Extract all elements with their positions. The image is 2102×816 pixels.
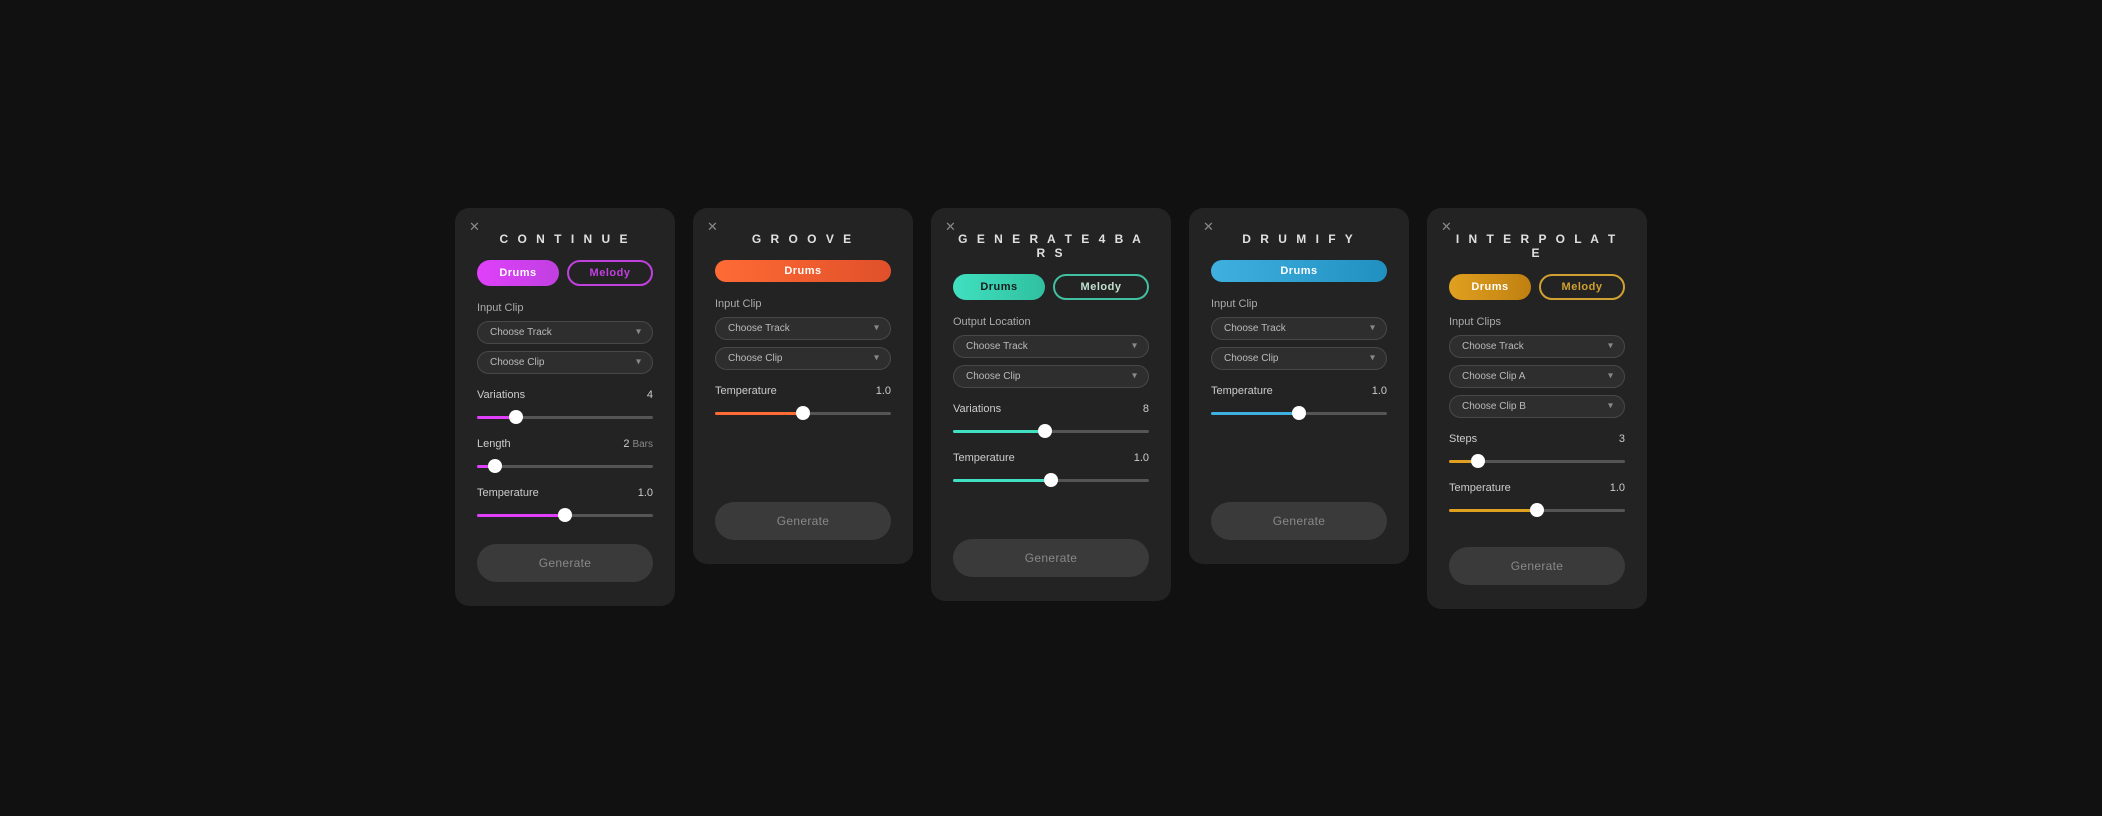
temperature-slider-row: Temperature 1.0 — [953, 452, 1149, 487]
steps-slider-row: Steps 3 — [1449, 433, 1625, 468]
panel-title: I N T E R P O L A T E — [1449, 232, 1625, 260]
temperature-value: 1.0 — [1372, 385, 1387, 397]
track-select[interactable]: Choose Track — [1211, 317, 1387, 340]
tab-drums[interactable]: Drums — [1211, 260, 1387, 282]
close-icon[interactable]: ✕ — [945, 220, 956, 233]
panel-continue: ✕ C O N T I N U E Drums Melody Input Cli… — [455, 208, 675, 606]
length-slider[interactable] — [477, 465, 653, 468]
temperature-slider[interactable] — [953, 479, 1149, 482]
close-icon[interactable]: ✕ — [1203, 220, 1214, 233]
steps-value: 3 — [1619, 433, 1625, 445]
length-value: 2Bars — [623, 438, 653, 450]
clip-dropdown-wrapper: Choose Clip — [953, 365, 1149, 388]
panel-title: D R U M I F Y — [1211, 232, 1387, 246]
clipB-dropdown-wrapper: Choose Clip B — [1449, 395, 1625, 418]
close-icon[interactable]: ✕ — [1441, 220, 1452, 233]
generate-button[interactable]: Generate — [1449, 547, 1625, 585]
steps-label: Steps — [1449, 433, 1477, 445]
panel-title: C O N T I N U E — [477, 232, 653, 246]
tab-group: Drums Melody — [1449, 274, 1625, 300]
panels-container: ✕ C O N T I N U E Drums Melody Input Cli… — [455, 208, 1647, 609]
generate-button[interactable]: Generate — [477, 544, 653, 582]
track-select[interactable]: Choose Track — [953, 335, 1149, 358]
tab-drums[interactable]: Drums — [953, 274, 1045, 300]
tab-melody[interactable]: Melody — [1053, 274, 1149, 300]
clip-select[interactable]: Choose Clip — [477, 351, 653, 374]
input-clips-label: Input Clips — [1449, 316, 1625, 328]
temperature-value: 1.0 — [638, 487, 653, 499]
generate-button[interactable]: Generate — [715, 502, 891, 540]
output-location-label: Output Location — [953, 316, 1149, 328]
clip-dropdown-wrapper: Choose Clip — [715, 347, 891, 370]
panel-title: G R O O V E — [715, 232, 891, 246]
variations-slider-row: Variations 4 — [477, 389, 653, 424]
steps-slider[interactable] — [1449, 460, 1625, 463]
panel-interpolate: ✕ I N T E R P O L A T E Drums Melody Inp… — [1427, 208, 1647, 609]
tab-group: Drums Melody — [477, 260, 653, 286]
generate-button[interactable]: Generate — [1211, 502, 1387, 540]
length-slider-row: Length 2Bars — [477, 438, 653, 473]
panel-groove: ✕ G R O O V E Drums Input Clip Choose Tr… — [693, 208, 913, 564]
temperature-value: 1.0 — [1134, 452, 1149, 464]
temperature-slider-row: Temperature 1.0 — [715, 385, 891, 420]
temperature-label: Temperature — [1449, 482, 1511, 494]
tab-group: Drums Melody — [953, 274, 1149, 300]
variations-label: Variations — [477, 389, 525, 401]
temperature-value: 1.0 — [876, 385, 891, 397]
panel-title: G E N E R A T E 4 B A R S — [953, 232, 1149, 260]
track-dropdown-wrapper: Choose Track — [477, 321, 653, 344]
length-label: Length — [477, 438, 511, 450]
tab-group: Drums — [1211, 260, 1387, 282]
temperature-value: 1.0 — [1610, 482, 1625, 494]
temperature-slider-row: Temperature 1.0 — [1211, 385, 1387, 420]
variations-slider-row: Variations 8 — [953, 403, 1149, 438]
tab-drums[interactable]: Drums — [715, 260, 891, 282]
temperature-label: Temperature — [715, 385, 777, 397]
temperature-label: Temperature — [953, 452, 1015, 464]
variations-value: 4 — [647, 389, 653, 401]
variations-slider[interactable] — [477, 416, 653, 419]
clip-select[interactable]: Choose Clip — [1211, 347, 1387, 370]
variations-slider[interactable] — [953, 430, 1149, 433]
track-dropdown-wrapper: Choose Track — [1211, 317, 1387, 340]
tab-melody[interactable]: Melody — [567, 260, 653, 286]
temperature-slider[interactable] — [715, 412, 891, 415]
track-dropdown-wrapper: Choose Track — [1449, 335, 1625, 358]
panel-generate4bars: ✕ G E N E R A T E 4 B A R S Drums Melody… — [931, 208, 1171, 601]
temperature-slider[interactable] — [477, 514, 653, 517]
tab-drums[interactable]: Drums — [477, 260, 559, 286]
clipA-dropdown-wrapper: Choose Clip A — [1449, 365, 1625, 388]
tab-melody[interactable]: Melody — [1539, 274, 1625, 300]
track-select[interactable]: Choose Track — [1449, 335, 1625, 358]
track-select[interactable]: Choose Track — [715, 317, 891, 340]
tab-group: Drums — [715, 260, 891, 282]
clip-select[interactable]: Choose Clip — [953, 365, 1149, 388]
temperature-slider-row: Temperature 1.0 — [1449, 482, 1625, 517]
temperature-slider[interactable] — [1211, 412, 1387, 415]
track-dropdown-wrapper: Choose Track — [715, 317, 891, 340]
clip-select[interactable]: Choose Clip — [715, 347, 891, 370]
track-dropdown-wrapper: Choose Track — [953, 335, 1149, 358]
temperature-label: Temperature — [1211, 385, 1273, 397]
generate-button[interactable]: Generate — [953, 539, 1149, 577]
variations-value: 8 — [1143, 403, 1149, 415]
tab-drums[interactable]: Drums — [1449, 274, 1531, 300]
temperature-slider-row: Temperature 1.0 — [477, 487, 653, 522]
temperature-label: Temperature — [477, 487, 539, 499]
track-select[interactable]: Choose Track — [477, 321, 653, 344]
input-clip-label: Input Clip — [1211, 298, 1387, 310]
clipB-select[interactable]: Choose Clip B — [1449, 395, 1625, 418]
close-icon[interactable]: ✕ — [707, 220, 718, 233]
temperature-slider[interactable] — [1449, 509, 1625, 512]
panel-drumify: ✕ D R U M I F Y Drums Input Clip Choose … — [1189, 208, 1409, 564]
clip-dropdown-wrapper: Choose Clip — [1211, 347, 1387, 370]
clipA-select[interactable]: Choose Clip A — [1449, 365, 1625, 388]
input-clip-label: Input Clip — [715, 298, 891, 310]
input-clip-label: Input Clip — [477, 302, 653, 314]
close-icon[interactable]: ✕ — [469, 220, 480, 233]
clip-dropdown-wrapper: Choose Clip — [477, 351, 653, 374]
variations-label: Variations — [953, 403, 1001, 415]
